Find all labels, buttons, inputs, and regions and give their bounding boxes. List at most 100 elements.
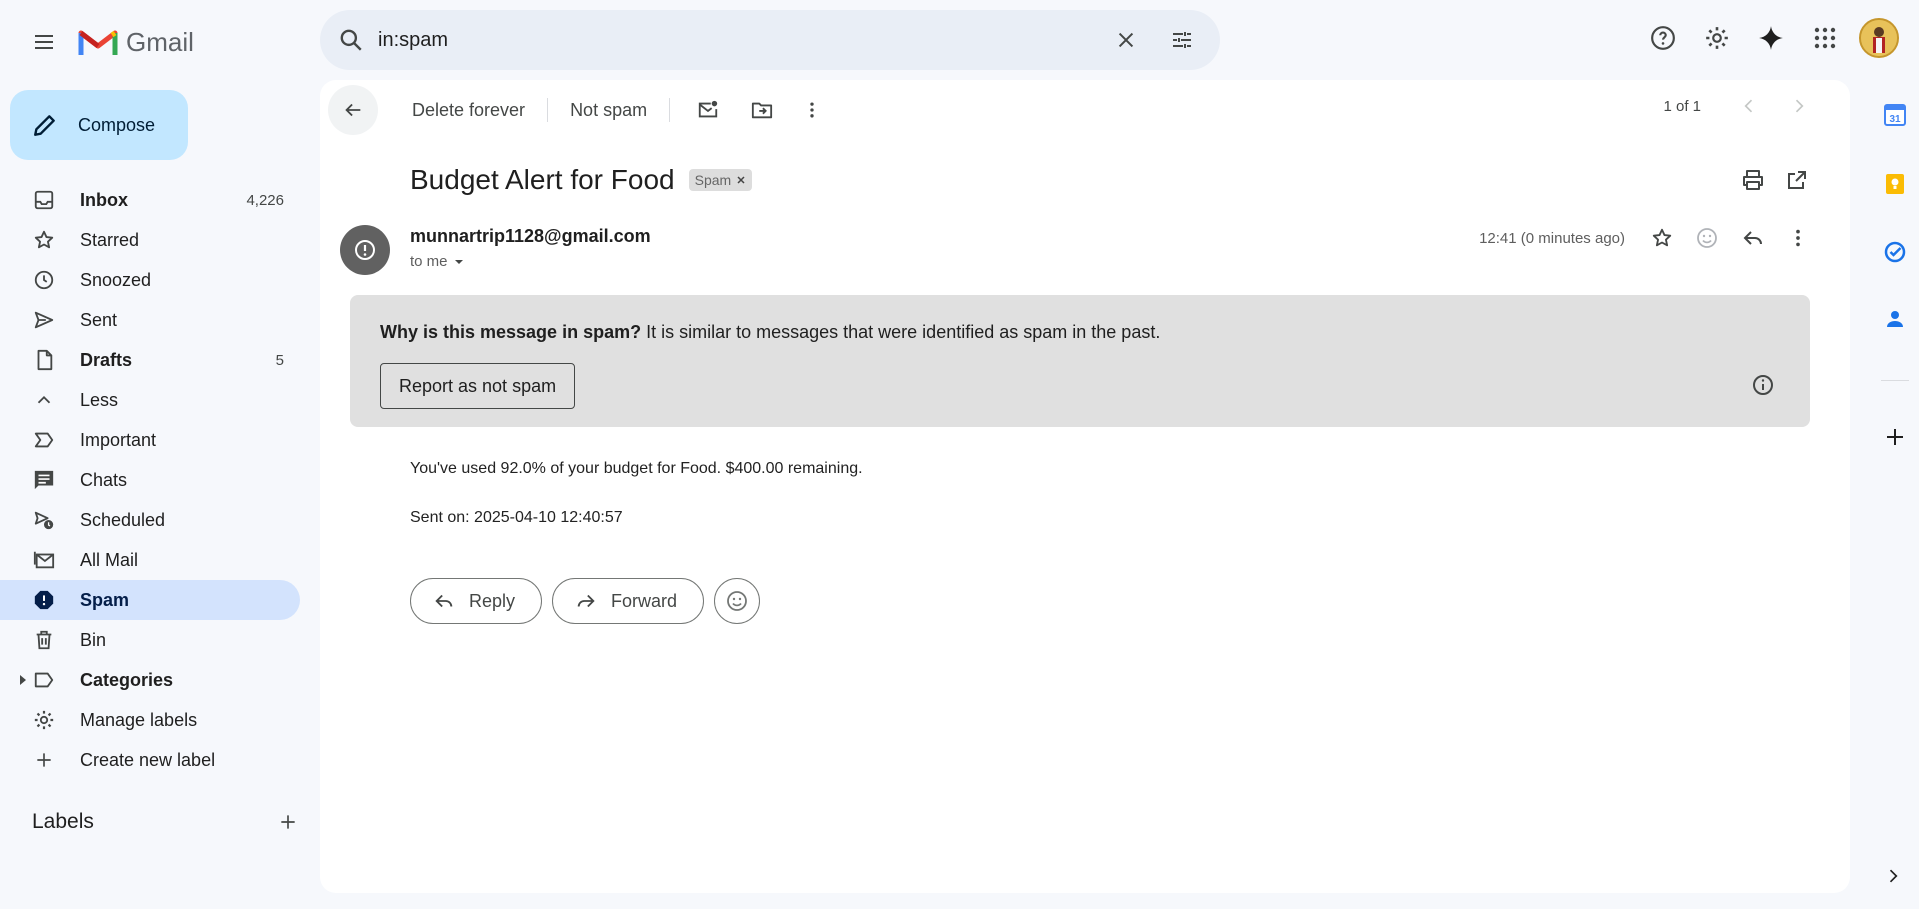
sidebar-item-sent[interactable]: Sent (0, 300, 300, 340)
reply-icon[interactable] (1741, 226, 1765, 250)
account-avatar[interactable] (1859, 18, 1899, 58)
sender-email[interactable]: munnartrip1128@gmail.com (410, 226, 651, 247)
subject-actions (1741, 168, 1809, 192)
mark-unread-button[interactable] (688, 90, 728, 130)
recipient-label: to me (410, 253, 448, 270)
sidebar-item-label: Less (80, 389, 119, 410)
info-icon[interactable] (1751, 373, 1775, 397)
reply-button[interactable]: Reply (410, 578, 543, 624)
open-in-new-window-icon[interactable] (1785, 168, 1809, 192)
sidebar-item-inbox[interactable]: Inbox 4,226 (0, 180, 300, 220)
gmail-logo[interactable]: Gmail (78, 22, 194, 62)
gemini-button[interactable] (1751, 18, 1791, 58)
emoji-reaction-icon[interactable] (1695, 226, 1719, 250)
settings-button[interactable] (1697, 18, 1737, 58)
sidebar-item-label: Bin (80, 629, 107, 650)
chevron-right-icon[interactable] (1789, 96, 1809, 116)
expand-caret-icon[interactable] (18, 673, 28, 687)
message-body-line: You've used 92.0% of your budget for Foo… (410, 460, 863, 477)
star-icon[interactable] (1651, 227, 1673, 249)
search-options-button[interactable] (1162, 20, 1202, 60)
sidebar-nav: Inbox 4,226 Starred Snoozed Sent Drafts … (0, 180, 300, 780)
pager-text: 1 of 1 (1663, 97, 1701, 115)
more-vert-icon[interactable] (1787, 227, 1809, 249)
message-subject: Budget Alert for Food (410, 164, 675, 195)
contacts-app[interactable] (1883, 307, 1907, 331)
forward-label: Forward (611, 590, 678, 611)
subject-row: Budget Alert for Food Spam (410, 164, 753, 196)
calendar-app[interactable]: 31 (1883, 103, 1907, 127)
apps-button[interactable] (1805, 18, 1845, 58)
compose-button[interactable]: Compose (10, 90, 188, 160)
help-icon (1651, 26, 1675, 50)
clear-search-button[interactable] (1106, 20, 1146, 60)
more-options-button[interactable] (792, 90, 832, 130)
back-button[interactable] (328, 85, 378, 135)
sidebar-item-scheduled[interactable]: Scheduled (0, 500, 300, 540)
labels-section-header: Labels (32, 810, 295, 834)
sidebar-item-categories[interactable]: Categories (0, 660, 300, 700)
draft-icon (37, 349, 53, 371)
sidebar-item-label: Inbox (80, 189, 128, 210)
gear-icon (1706, 27, 1728, 49)
rail-divider (1881, 380, 1909, 381)
report-not-spam-button[interactable]: Report as not spam (380, 363, 576, 409)
support-button[interactable] (1643, 18, 1683, 58)
delete-forever-button[interactable]: Delete forever (390, 100, 547, 121)
not-spam-button[interactable]: Not spam (548, 100, 669, 121)
sidebar-item-less[interactable]: Less (0, 380, 300, 420)
remove-label-icon[interactable] (736, 175, 746, 185)
forward-button[interactable]: Forward (552, 578, 705, 624)
clock-icon (34, 270, 54, 290)
sidebar-item-create-label[interactable]: Create new label (0, 740, 300, 780)
reply-label: Reply (469, 590, 516, 611)
sidebar-item-bin[interactable]: Bin (0, 620, 300, 660)
sidebar-item-chats[interactable]: Chats (0, 460, 300, 500)
get-addons-button[interactable] (1883, 425, 1907, 449)
toolbar-divider (669, 98, 671, 122)
sender-info: munnartrip1128@gmail.com to me (410, 226, 651, 270)
user-photo-icon (1861, 20, 1897, 56)
add-label-icon[interactable] (278, 812, 298, 832)
pagination: 1 of 1 (1663, 96, 1809, 116)
search-input[interactable] (378, 28, 1106, 52)
keep-app[interactable] (1883, 172, 1907, 196)
app-name: Gmail (126, 26, 194, 57)
trash-icon (36, 630, 52, 650)
inbox-icon (34, 190, 54, 210)
keep-icon (1886, 174, 1904, 194)
sidebar-item-all-mail[interactable]: All Mail (0, 540, 300, 580)
show-side-panel-button[interactable] (1883, 866, 1907, 890)
gear-icon (34, 710, 54, 730)
sidebar-item-important[interactable]: Important (0, 420, 300, 460)
sidebar-item-drafts[interactable]: Drafts 5 (0, 340, 300, 380)
emoji-react-button[interactable] (714, 578, 761, 624)
search-icon[interactable] (338, 27, 364, 53)
print-icon[interactable] (1741, 168, 1765, 192)
main-menu-button[interactable] (24, 22, 64, 62)
sender-avatar[interactable] (340, 225, 390, 275)
tasks-app[interactable] (1883, 240, 1907, 264)
search-bar[interactable] (320, 10, 1220, 70)
recipient-details[interactable]: to me (410, 253, 651, 270)
sidebar-item-label: Important (80, 429, 157, 450)
message-meta: 12:41 (0 minutes ago) (1479, 226, 1809, 250)
chevron-left-icon[interactable] (1739, 96, 1759, 116)
spam-reason: It is similar to messages that were iden… (641, 322, 1161, 342)
chevron-right-icon (1889, 869, 1898, 883)
sidebar-item-label: Starred (80, 229, 140, 250)
sidebar-item-label: Snoozed (80, 269, 152, 290)
important-icon (34, 432, 54, 448)
calendar-icon: 31 (1884, 104, 1906, 126)
warning-icon (355, 240, 375, 260)
scheduled-icon (34, 511, 54, 530)
sidebar-item-snoozed[interactable]: Snoozed (0, 260, 300, 300)
sidebar-item-label: Categories (80, 669, 174, 690)
sidebar-item-starred[interactable]: Starred (0, 220, 300, 260)
spam-warning-banner: Why is this message in spam? It is simil… (350, 295, 1810, 427)
move-to-button[interactable] (742, 90, 782, 130)
sidebar-item-manage-labels[interactable]: Manage labels (0, 700, 300, 740)
dropdown-arrow-icon (454, 259, 463, 264)
sidebar-item-spam[interactable]: Spam (0, 580, 300, 620)
message-panel (320, 80, 1850, 893)
